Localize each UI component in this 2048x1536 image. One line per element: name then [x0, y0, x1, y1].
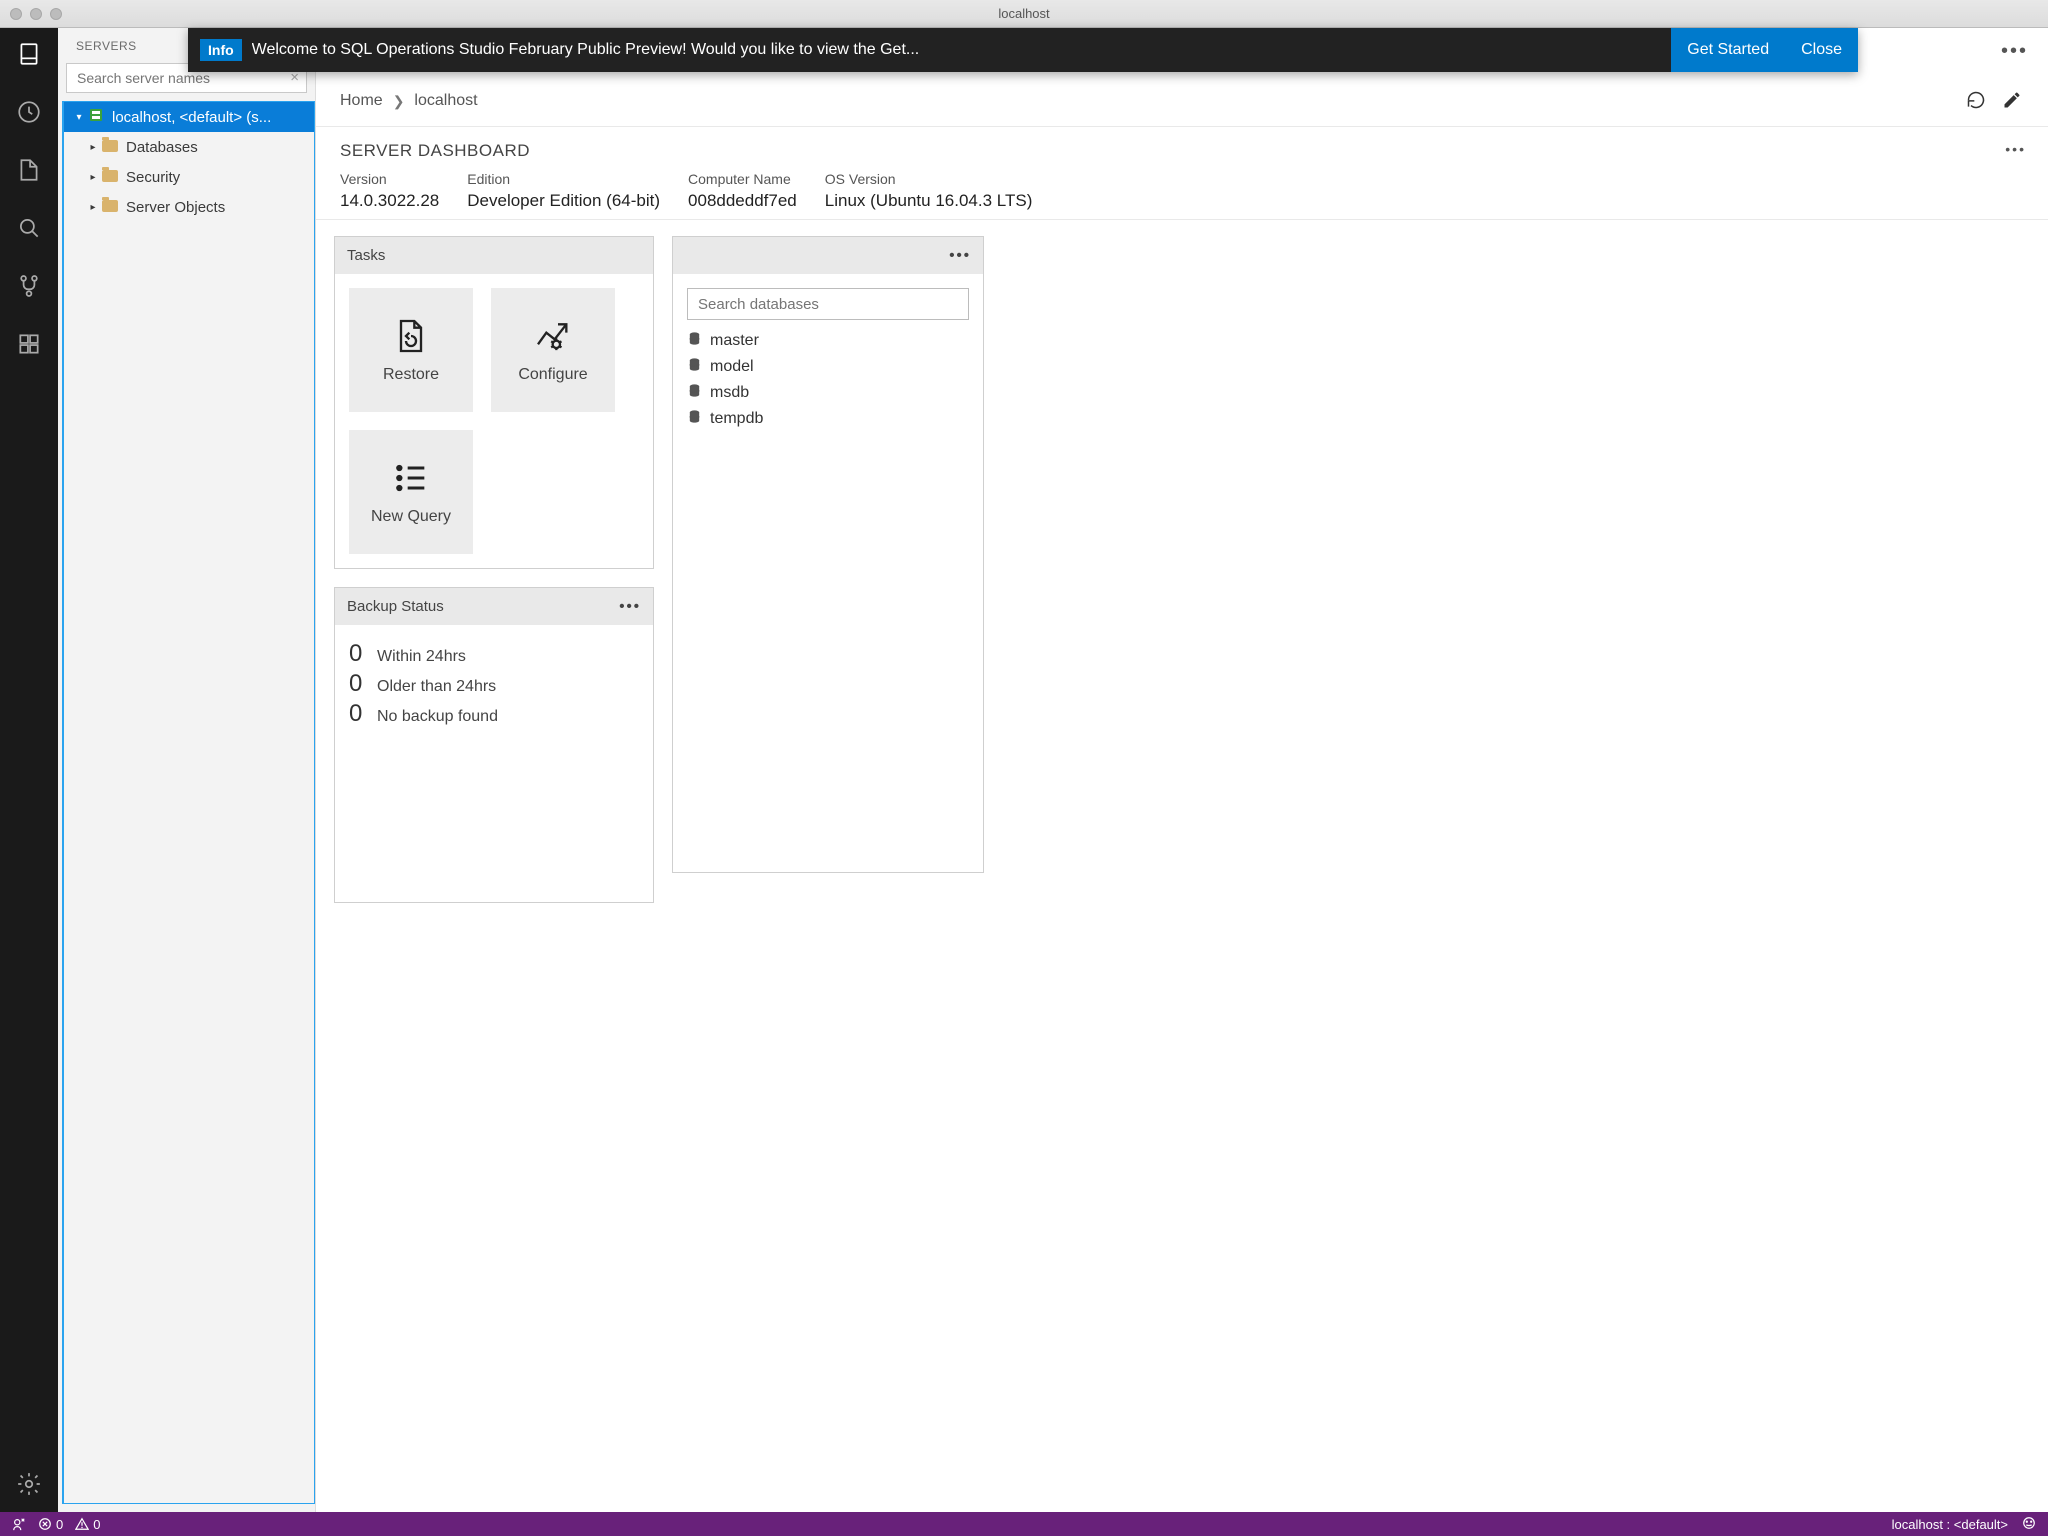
database-item[interactable]: model	[687, 354, 969, 380]
activity-extensions-icon[interactable]	[15, 330, 43, 358]
info-version: Version 14.0.3022.28	[340, 171, 439, 211]
close-window-icon[interactable]	[10, 8, 22, 20]
edit-icon[interactable]	[2002, 90, 2024, 112]
task-label: New Query	[371, 508, 451, 526]
server-tree: ▾ localhost, <default> (s... ▸ Databases…	[62, 101, 315, 1504]
status-connection[interactable]: localhost : <default>	[1892, 1517, 2008, 1532]
dashboard-title: SERVER DASHBOARD	[340, 141, 2024, 161]
tree-root-label: localhost, <default> (s...	[112, 109, 271, 126]
get-started-button[interactable]: Get Started	[1671, 28, 1785, 72]
activity-bar	[0, 28, 58, 1512]
breadcrumb-home[interactable]: Home	[340, 92, 383, 110]
window-titlebar: localhost	[0, 0, 2048, 28]
activity-history-icon[interactable]	[15, 98, 43, 126]
editor-area: Info Welcome to SQL Operations Studio Fe…	[316, 28, 2048, 1512]
tasks-title: Tasks	[347, 247, 385, 264]
tree-item-security[interactable]: ▸ Security	[64, 162, 314, 192]
database-icon	[687, 357, 702, 377]
chevron-down-icon: ▾	[72, 112, 86, 123]
breadcrumb-current: localhost	[414, 92, 477, 110]
folder-icon	[100, 169, 120, 186]
tree-item-label: Databases	[126, 139, 198, 156]
status-feedback-icon[interactable]	[2022, 1516, 2036, 1533]
task-label: Restore	[383, 366, 439, 384]
backup-title: Backup Status	[347, 598, 444, 615]
chevron-right-icon: ❯	[393, 93, 405, 110]
status-warnings[interactable]: 0	[75, 1517, 100, 1532]
activity-servers-icon[interactable]	[15, 40, 43, 68]
task-new-query-tile[interactable]: New Query	[349, 430, 473, 554]
server-dashboard-header: SERVER DASHBOARD ••• Version 14.0.3022.2…	[316, 127, 2048, 220]
tree-root-localhost[interactable]: ▾ localhost, <default> (s...	[64, 102, 314, 132]
card-more-icon[interactable]: •••	[619, 598, 641, 615]
folder-icon	[100, 139, 120, 156]
maximize-window-icon[interactable]	[50, 8, 62, 20]
database-item[interactable]: tempdb	[687, 406, 969, 432]
activity-source-control-icon[interactable]	[15, 272, 43, 300]
minimize-window-icon[interactable]	[30, 8, 42, 20]
traffic-lights	[0, 8, 62, 20]
info-edition: Edition Developer Edition (64-bit)	[467, 171, 660, 211]
database-item[interactable]: msdb	[687, 380, 969, 406]
backup-status-card: Backup Status ••• 0 Within 24hrs 0 Older…	[334, 587, 654, 903]
dashboard-more-icon[interactable]: •••	[2005, 141, 2026, 157]
database-icon	[687, 383, 702, 403]
task-label: Configure	[518, 366, 587, 384]
backup-row: 0 No backup found	[349, 699, 639, 729]
chevron-right-icon: ▸	[86, 172, 100, 183]
info-os-version: OS Version Linux (Ubuntu 16.04.3 LTS)	[825, 171, 1033, 211]
databases-card: ••• master model	[672, 236, 984, 873]
server-icon	[86, 107, 106, 127]
chevron-right-icon: ▸	[86, 142, 100, 153]
database-search-input[interactable]	[687, 288, 969, 320]
info-computer-name: Computer Name 008ddeddf7ed	[688, 171, 797, 211]
database-icon	[687, 409, 702, 429]
backup-row: 0 Within 24hrs	[349, 639, 639, 669]
activity-explorer-icon[interactable]	[15, 156, 43, 184]
status-remote-icon[interactable]	[12, 1517, 26, 1531]
activity-search-icon[interactable]	[15, 214, 43, 242]
database-item[interactable]: master	[687, 328, 969, 354]
task-restore-tile[interactable]: Restore	[349, 288, 473, 412]
notification-badge: Info	[200, 39, 242, 61]
card-more-icon[interactable]: •••	[949, 247, 971, 264]
close-notification-button[interactable]: Close	[1785, 28, 1858, 72]
restore-icon	[391, 316, 431, 356]
status-bar: 0 0 localhost : <default>	[0, 1512, 2048, 1536]
configure-icon	[533, 316, 573, 356]
tree-item-label: Server Objects	[126, 199, 225, 216]
tree-item-label: Security	[126, 169, 180, 186]
database-icon	[687, 331, 702, 351]
editor-overflow-icon[interactable]: •••	[2001, 40, 2028, 63]
new-query-icon	[391, 458, 431, 498]
breadcrumb: Home ❯ localhost	[316, 72, 2048, 127]
window-title: localhost	[998, 6, 1049, 21]
tree-item-server-objects[interactable]: ▸ Server Objects	[64, 192, 314, 222]
activity-settings-icon[interactable]	[15, 1470, 43, 1498]
task-configure-tile[interactable]: Configure	[491, 288, 615, 412]
refresh-icon[interactable]	[1966, 90, 1988, 112]
chevron-right-icon: ▸	[86, 202, 100, 213]
tree-item-databases[interactable]: ▸ Databases	[64, 132, 314, 162]
status-errors[interactable]: 0	[38, 1517, 63, 1532]
tasks-card: Tasks Restore Configure	[334, 236, 654, 569]
notification-bar: Info Welcome to SQL Operations Studio Fe…	[188, 28, 1858, 72]
sidebar: SERVERS × ▾ localhost, <default> (s... ▸…	[58, 28, 316, 1512]
notification-message: Welcome to SQL Operations Studio Februar…	[252, 41, 1672, 59]
folder-icon	[100, 199, 120, 216]
backup-row: 0 Older than 24hrs	[349, 669, 639, 699]
